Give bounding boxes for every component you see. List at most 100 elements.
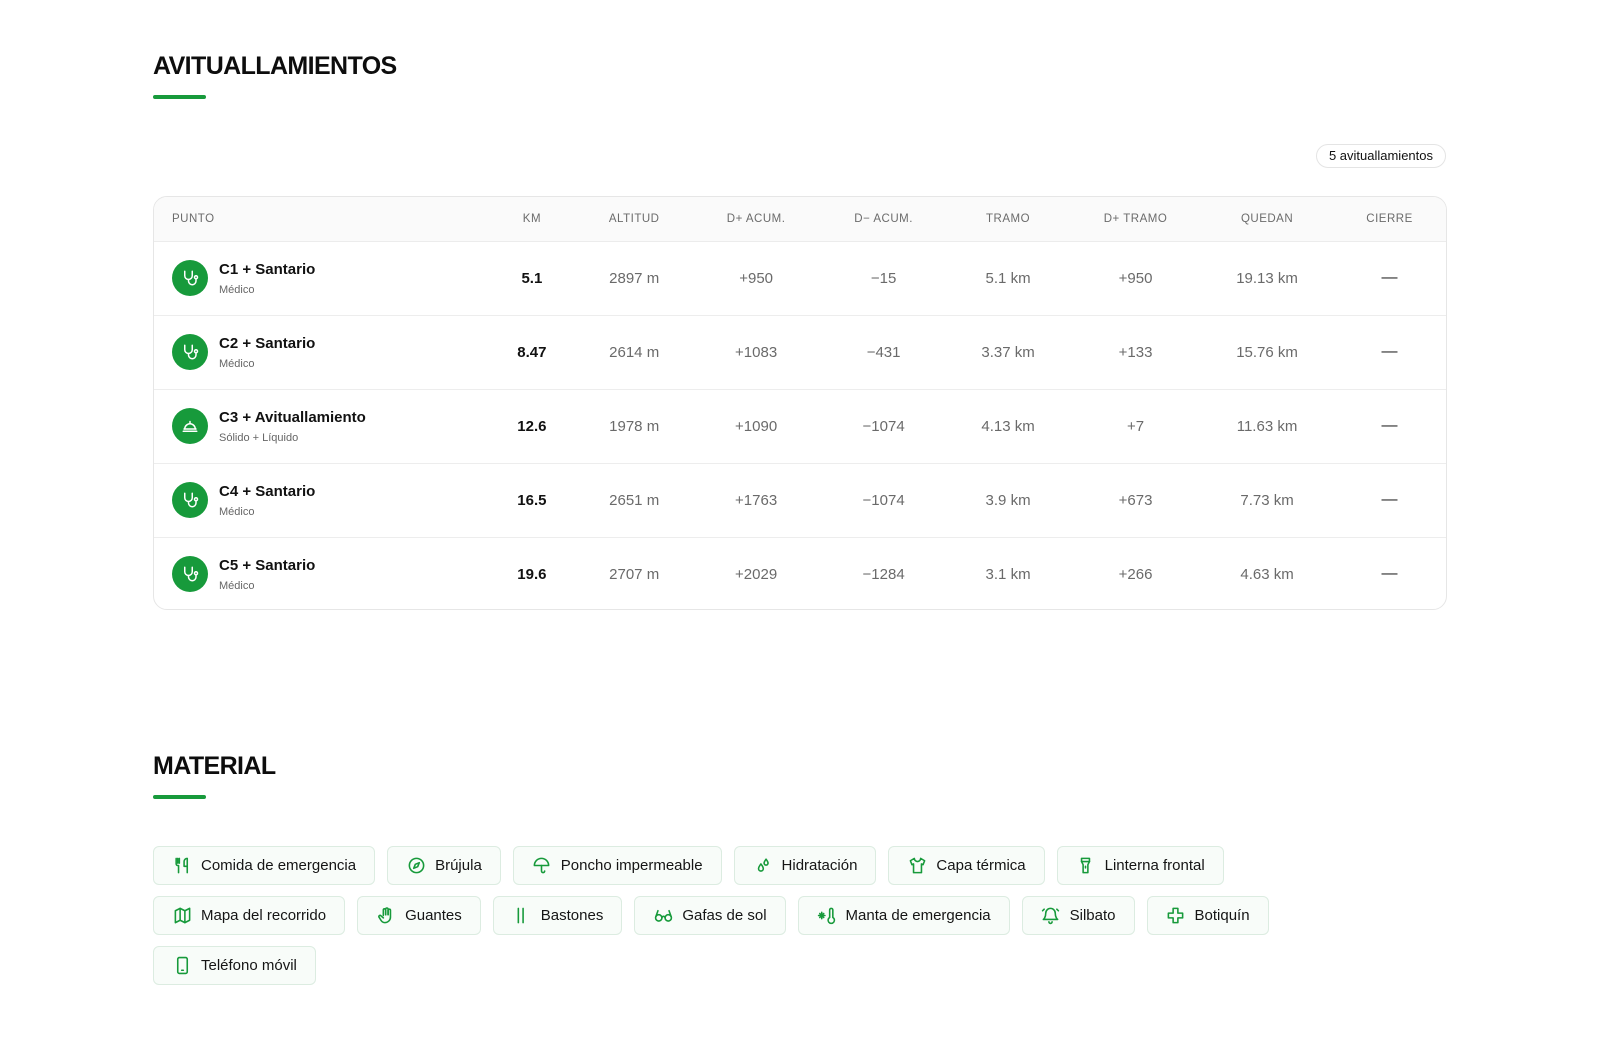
material-title: MATERIAL bbox=[153, 752, 276, 780]
cell-km: 16.5 bbox=[486, 462, 578, 537]
material-chip: Guantes bbox=[357, 896, 481, 935]
material-chip: Brújula bbox=[387, 846, 501, 885]
material-chip: Botiquín bbox=[1146, 896, 1269, 935]
material-label: Linterna frontal bbox=[1104, 857, 1205, 874]
material-chip: Hidratación bbox=[733, 846, 877, 885]
cell-quedan: 7.73 km bbox=[1201, 462, 1334, 537]
stethoscope-icon bbox=[172, 260, 208, 296]
cell-d-minus: −431 bbox=[821, 314, 947, 389]
punto-name: C1 + Santario bbox=[219, 260, 316, 278]
material-label: Botiquín bbox=[1194, 907, 1250, 924]
cell-altitud: 2897 m bbox=[609, 269, 660, 287]
cell-d-plus: +1090 bbox=[691, 388, 822, 463]
cell-d-plus-tramo: +266 bbox=[1070, 536, 1202, 609]
table-row: C4 + Santario Médico 16.5 2651 m +1763 −1074 3… bbox=[154, 462, 1446, 537]
punto-name: C4 + Santario bbox=[219, 482, 316, 500]
material-label: Poncho impermeable bbox=[560, 857, 703, 874]
punto-type: Sólido + Líquido bbox=[219, 431, 299, 444]
punto-cell: C3 + Avituallamiento Sólido + Líquido bbox=[154, 388, 487, 463]
stethoscope-icon bbox=[172, 334, 208, 370]
cell-km: 5.1 bbox=[521, 269, 543, 287]
stethoscope-icon bbox=[172, 556, 208, 593]
cell-tramo: 3.1 km bbox=[946, 536, 1071, 609]
col-header-quedan: QUEDAN bbox=[1201, 197, 1334, 242]
count-badge: 5 avituallamientos bbox=[1315, 144, 1446, 168]
cell-altitud: 1978 m bbox=[577, 388, 692, 463]
shirt-icon bbox=[907, 856, 927, 876]
punto-cell: C1 + Santario Médico bbox=[154, 241, 487, 315]
punto-type: Médico bbox=[219, 283, 255, 296]
cell-tramo: 4.13 km bbox=[946, 388, 1071, 463]
poles-icon bbox=[512, 906, 532, 926]
hand-icon bbox=[376, 906, 396, 926]
col-header-d-plus-acum: D+ ACUM. bbox=[691, 197, 822, 242]
cell-km: 19.6 bbox=[486, 536, 578, 609]
cell-d-minus: −15 bbox=[870, 269, 897, 287]
material-chip: Linterna frontal bbox=[1056, 846, 1224, 885]
punto-type: Médico bbox=[219, 505, 255, 518]
material-chip: Bastones bbox=[492, 896, 623, 935]
material-chip: Gafas de sol bbox=[634, 896, 786, 935]
material-label: Hidratación bbox=[781, 857, 858, 874]
cell-quedan: 15.76 km bbox=[1201, 314, 1334, 389]
stethoscope-icon bbox=[172, 482, 208, 518]
material-label: Gafas de sol bbox=[682, 907, 767, 924]
bell-icon bbox=[1041, 906, 1061, 926]
material-chip: Manta de emergencia bbox=[797, 896, 1010, 935]
col-header-cierre: CIERRE bbox=[1333, 197, 1446, 242]
droplets-icon bbox=[753, 856, 773, 876]
cell-altitud: 2707 m bbox=[577, 536, 692, 609]
punto-name: C3 + Avituallamiento bbox=[219, 408, 366, 426]
cell-d-plus-tramo: +7 bbox=[1070, 388, 1202, 463]
col-header-tramo: TRAMO bbox=[946, 197, 1071, 242]
material-label: Manta de emergencia bbox=[845, 907, 991, 924]
material-label: Teléfono móvil bbox=[201, 957, 297, 974]
material-chip: Teléfono móvil bbox=[153, 946, 316, 985]
umbrella-icon bbox=[532, 856, 552, 876]
table-row: C3 + Avituallamiento Sólido + Líquido 12.6… bbox=[154, 388, 1446, 463]
cell-d-plus-tramo: +950 bbox=[1118, 269, 1153, 287]
material-list: Comida de emergencia Brújula Poncho imperm… bbox=[153, 846, 1333, 985]
material-label: Bastones bbox=[540, 907, 604, 924]
cell-quedan: 11.63 km bbox=[1201, 388, 1334, 463]
material-label: Capa térmica bbox=[936, 857, 1026, 874]
material-chip: Silbato bbox=[1021, 896, 1135, 935]
cell-d-plus: +1763 bbox=[691, 462, 822, 537]
material-chip: Poncho impermeable bbox=[512, 846, 722, 885]
cross-icon bbox=[1166, 906, 1186, 926]
avituallamientos-title: AVITUALLAMIENTOS bbox=[153, 52, 397, 80]
thermometer-snow-icon bbox=[817, 906, 837, 926]
material-label: Comida de emergencia bbox=[201, 857, 357, 874]
col-header-km: KM bbox=[486, 197, 578, 242]
cell-d-plus-tramo: +673 bbox=[1070, 462, 1202, 537]
utensils-icon bbox=[172, 856, 192, 876]
map-icon bbox=[172, 906, 192, 926]
cell-d-plus: +950 bbox=[739, 269, 774, 287]
col-header-d-minus-acum: D− ACUM. bbox=[821, 197, 947, 242]
punto-cell: C4 + Santario Médico bbox=[154, 462, 487, 537]
cell-cierre: — bbox=[1333, 314, 1446, 389]
col-header-d-plus-tramo: D+ TRAMO bbox=[1070, 197, 1202, 242]
cell-cierre: — bbox=[1333, 388, 1446, 463]
table-row: C5 + Santario Médico 19.6 2707 m +2029 −1284 3… bbox=[154, 536, 1446, 609]
smartphone-icon bbox=[172, 956, 192, 976]
cell-km: 8.47 bbox=[486, 314, 578, 389]
table-row: C1 + Santario Médico 5.1 2897 m +950 −15 5.1 k… bbox=[154, 241, 1446, 315]
food-tray-icon bbox=[172, 408, 208, 444]
flashlight-icon bbox=[1076, 856, 1096, 876]
material-chip: Capa térmica bbox=[888, 846, 1045, 885]
cell-altitud: 2614 m bbox=[577, 314, 692, 389]
material-label: Guantes bbox=[405, 907, 462, 924]
material-chip: Comida de emergencia bbox=[153, 846, 376, 885]
material-label: Silbato bbox=[1069, 907, 1116, 924]
cell-quedan: 4.63 km bbox=[1201, 536, 1334, 609]
col-header-punto: PUNTO bbox=[154, 197, 487, 242]
punto-cell: C5 + Santario Médico bbox=[154, 536, 487, 609]
material-chip: Mapa del recorrido bbox=[153, 896, 346, 935]
punto-name: C5 + Santario bbox=[219, 556, 316, 574]
cell-tramo: 3.37 km bbox=[946, 314, 1071, 389]
cell-d-minus: −1074 bbox=[821, 388, 947, 463]
punto-type: Médico bbox=[219, 357, 255, 370]
compass-icon bbox=[406, 856, 426, 876]
cell-km: 12.6 bbox=[486, 388, 578, 463]
